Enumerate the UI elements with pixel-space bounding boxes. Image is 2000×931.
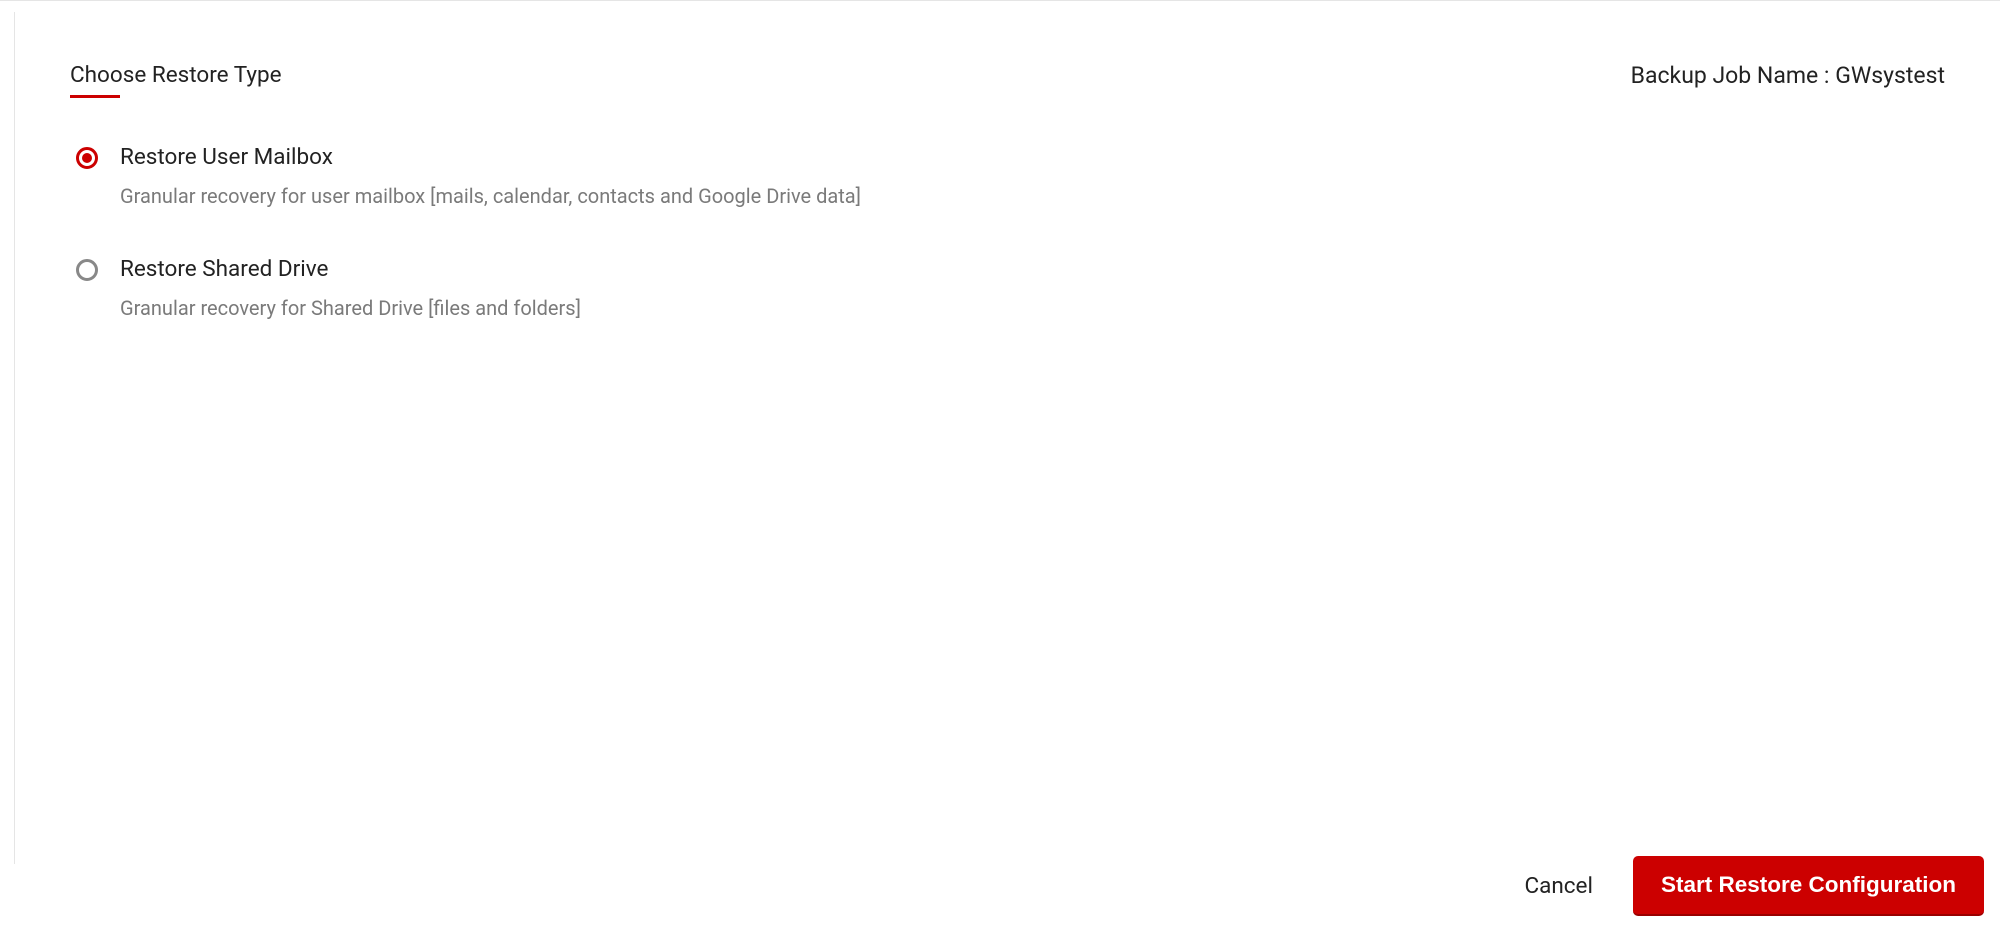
option-text: Restore Shared Drive Granular recovery f… (120, 256, 581, 320)
footer-actions: Cancel Start Restore Configuration (1524, 856, 2000, 931)
job-value: GWsystest (1835, 62, 1945, 89)
start-restore-configuration-button[interactable]: Start Restore Configuration (1633, 856, 1984, 916)
backup-job-name: Backup Job Name : GWsystest (1631, 62, 1945, 89)
main-panel: Choose Restore Type Backup Job Name : GW… (14, 12, 2000, 864)
cancel-button[interactable]: Cancel (1524, 873, 1593, 899)
top-border (0, 0, 2000, 1)
option-restore-user-mailbox[interactable]: Restore User Mailbox Granular recovery f… (76, 144, 1945, 208)
job-label: Backup Job Name : (1631, 62, 1836, 89)
section-title: Choose Restore Type (70, 62, 282, 98)
radio-unselected-icon[interactable] (76, 259, 98, 281)
option-title: Restore User Mailbox (120, 144, 861, 170)
option-text: Restore User Mailbox Granular recovery f… (120, 144, 861, 208)
option-title: Restore Shared Drive (120, 256, 581, 282)
restore-type-options: Restore User Mailbox Granular recovery f… (70, 144, 1945, 320)
option-desc: Granular recovery for user mailbox [mail… (120, 184, 861, 208)
radio-selected-icon[interactable] (76, 147, 98, 169)
option-restore-shared-drive[interactable]: Restore Shared Drive Granular recovery f… (76, 256, 1945, 320)
panel-header: Choose Restore Type Backup Job Name : GW… (70, 62, 1945, 98)
option-desc: Granular recovery for Shared Drive [file… (120, 296, 581, 320)
